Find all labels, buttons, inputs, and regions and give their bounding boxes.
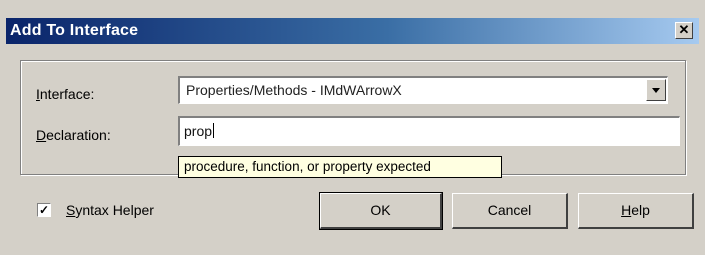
interface-dropdown[interactable]: Properties/Methods - IMdWArrowX — [178, 76, 668, 104]
syntax-tooltip: procedure, function, or property expecte… — [178, 156, 502, 178]
declaration-input-value: prop — [184, 123, 215, 139]
ok-button[interactable]: OK — [319, 192, 443, 230]
syntax-helper-label[interactable]: Syntax Helper — [66, 202, 154, 218]
text-caret — [213, 123, 215, 138]
syntax-helper-checkbox[interactable]: ✓ — [37, 203, 51, 217]
cancel-button[interactable]: Cancel — [452, 193, 568, 229]
close-icon: ✕ — [678, 22, 690, 37]
dropdown-arrow-icon[interactable] — [646, 79, 666, 101]
title-bar[interactable]: Add To Interface ✕ — [6, 18, 699, 44]
help-button[interactable]: Help — [578, 193, 694, 229]
interface-dropdown-value: Properties/Methods - IMdWArrowX — [186, 82, 402, 98]
declaration-label: Declaration: — [36, 127, 111, 143]
add-to-interface-dialog: Add To Interface ✕ Interface: Properties… — [0, 0, 705, 255]
declaration-input[interactable]: prop — [178, 116, 680, 146]
dialog-title: Add To Interface — [10, 22, 139, 39]
interface-label: Interface: — [36, 86, 95, 102]
checkmark-icon: ✓ — [38, 203, 50, 217]
close-button[interactable]: ✕ — [675, 22, 693, 39]
